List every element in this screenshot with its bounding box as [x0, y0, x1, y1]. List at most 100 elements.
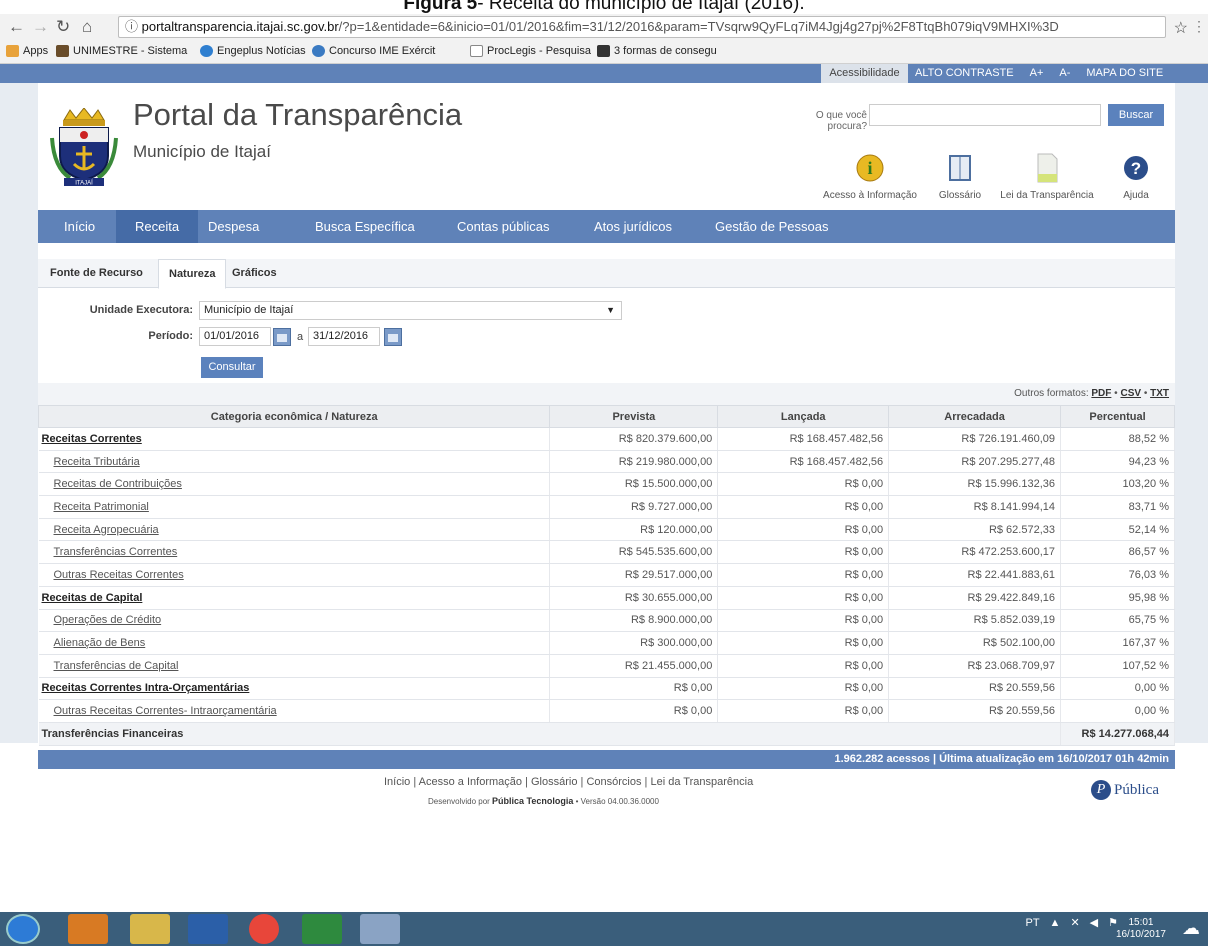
- arrecadada-cell: R$ 15.996.132,36: [888, 472, 1061, 497]
- search-button[interactable]: Buscar: [1108, 104, 1164, 126]
- word-icon[interactable]: [188, 914, 228, 944]
- category-cell[interactable]: Receitas Correntes Intra-Orçamentárias: [38, 677, 551, 701]
- category-cell[interactable]: Receitas Correntes: [38, 427, 551, 451]
- periodo-label: Período:: [148, 330, 193, 342]
- csv-link[interactable]: CSV: [1120, 388, 1141, 399]
- home-icon[interactable]: ⌂: [82, 17, 92, 37]
- footer-link-glossario[interactable]: Glossário: [531, 776, 577, 788]
- pdf-link[interactable]: PDF: [1091, 388, 1111, 399]
- percentual-cell: 76,03 %: [1060, 563, 1175, 587]
- category-cell[interactable]: Transferências de Capital: [38, 654, 551, 678]
- date-separator: a: [297, 331, 304, 343]
- search-label: O que você procura?: [815, 110, 867, 132]
- quick-link-help[interactable]: ? Ajuda: [1116, 152, 1156, 201]
- col-percentual: Percentual: [1060, 405, 1175, 428]
- lancada-cell: R$ 0,00: [717, 472, 890, 497]
- footer-link-lei[interactable]: Lei da Transparência: [650, 776, 753, 788]
- calendar-icon[interactable]: [273, 328, 291, 346]
- quick-link-glossary[interactable]: Glossário: [934, 152, 986, 201]
- table-row: Transferências Correntes R$ 545.535.600,0…: [38, 540, 1175, 565]
- category-cell[interactable]: Receita Patrimonial: [38, 495, 551, 519]
- percentual-cell: 167,37 %: [1060, 631, 1175, 655]
- bookmark-star-icon[interactable]: ☆: [1174, 18, 1188, 38]
- clock[interactable]: 15:01 16/10/2017: [1116, 917, 1166, 941]
- menu-gestao-pessoas[interactable]: Gestão de Pessoas: [715, 210, 828, 243]
- tab-natureza[interactable]: Natureza: [158, 259, 227, 289]
- network-icon[interactable]: ✕: [1070, 916, 1079, 929]
- formas-icon: [597, 45, 610, 57]
- menu-inicio[interactable]: Início: [52, 210, 107, 243]
- txt-link[interactable]: TXT: [1150, 388, 1169, 399]
- arrecadada-cell: R$ 502.100,00: [888, 631, 1061, 655]
- unidade-label: Unidade Executora:: [89, 304, 193, 316]
- lancada-cell: R$ 168.457.482,56: [717, 427, 890, 451]
- table-row: Outras Receitas Correntes R$ 29.517.000,0…: [38, 563, 1175, 587]
- prevista-cell: R$ 8.900.000,00: [549, 609, 719, 633]
- tab-graficos[interactable]: Gráficos: [222, 259, 287, 288]
- tab-bar: Fonte de Recurso Natureza Gráficos: [38, 259, 1175, 289]
- category-cell[interactable]: Receitas de Capital: [38, 586, 551, 610]
- menu-icon[interactable]: ⋮: [1192, 18, 1206, 35]
- site-map-link[interactable]: MAPA DO SITE: [1086, 64, 1163, 83]
- arrecadada-cell: R$ 20.559,56: [888, 677, 1061, 701]
- prevista-cell: R$ 21.455.000,00: [549, 654, 719, 678]
- category-cell[interactable]: Operações de Crédito: [38, 609, 551, 633]
- formats-sep: •: [1114, 388, 1118, 399]
- tab-fonte-recurso[interactable]: Fonte de Recurso: [40, 259, 153, 288]
- bookmark-unimestre[interactable]: UNIMESTRE - Sistema: [56, 45, 187, 57]
- language-indicator[interactable]: PT: [1025, 917, 1039, 929]
- category-cell[interactable]: Alienação de Bens: [38, 631, 551, 655]
- high-contrast-link[interactable]: ALTO CONTRASTE: [915, 64, 1014, 83]
- font-increase-link[interactable]: A+: [1030, 64, 1044, 83]
- quick-link-transparency-law[interactable]: Lei da Transparência: [994, 152, 1100, 201]
- font-decrease-link[interactable]: A-: [1059, 64, 1070, 83]
- unidade-select[interactable]: Município de Itajaí ▼: [199, 301, 622, 320]
- bookmark-proclegis[interactable]: ProcLegis - Pesquisa: [470, 45, 591, 57]
- tray-expand-icon[interactable]: ▲: [1050, 917, 1061, 929]
- chrome-icon[interactable]: [249, 914, 279, 944]
- transfer-label: Transferências Financeiras: [38, 722, 1061, 746]
- menu-busca-especifica[interactable]: Busca Específica: [315, 210, 415, 243]
- quick-link-access-info[interactable]: i Acesso à Informação: [818, 152, 922, 201]
- bookmark-apps[interactable]: Apps: [6, 45, 48, 57]
- date-from-input[interactable]: 01/01/2016: [199, 327, 271, 346]
- reload-icon[interactable]: ↻: [56, 17, 70, 37]
- category-cell[interactable]: Outras Receitas Correntes: [38, 563, 551, 587]
- consultar-button[interactable]: Consultar: [201, 357, 263, 378]
- col-categoria: Categoria econômica / Natureza: [37, 405, 551, 428]
- file-explorer-icon[interactable]: [130, 914, 170, 944]
- table-row: Receita Tributária R$ 219.980.000,00 R$ 16…: [38, 450, 1175, 474]
- footer-link-consorcios[interactable]: Consórcios: [586, 776, 641, 788]
- category-cell[interactable]: Transferências Correntes: [38, 540, 551, 565]
- category-cell[interactable]: Receita Tributária: [38, 450, 551, 474]
- accessibility-bar: Acessibilidade ALTO CONTRASTE A+ A- MAPA…: [0, 64, 1208, 83]
- lancada-cell: R$ 0,00: [717, 495, 890, 519]
- back-icon[interactable]: ←: [8, 17, 25, 37]
- menu-atos-juridicos[interactable]: Atos jurídicos: [594, 210, 672, 243]
- excel-icon[interactable]: [302, 914, 342, 944]
- menu-receita[interactable]: Receita: [116, 210, 199, 243]
- menu-contas-publicas[interactable]: Contas públicas: [457, 210, 550, 243]
- search-input[interactable]: [869, 104, 1101, 126]
- publica-logo[interactable]: P Pública: [1091, 780, 1159, 800]
- calendar-icon[interactable]: [384, 328, 402, 346]
- forward-icon[interactable]: →: [32, 17, 49, 37]
- bookmark-formas[interactable]: 3 formas de consegu: [597, 45, 717, 57]
- footer-link-acesso[interactable]: Acesso a Informação: [419, 776, 522, 788]
- volume-icon[interactable]: ◀: [1090, 916, 1098, 929]
- category-cell[interactable]: Receita Agropecuária: [38, 518, 551, 542]
- calculator-icon[interactable]: [360, 914, 400, 944]
- start-button-icon[interactable]: [6, 914, 40, 944]
- category-cell[interactable]: Receitas de Contribuições: [38, 472, 551, 497]
- bookmark-engeplus[interactable]: Engeplus Notícias: [200, 45, 306, 57]
- menu-despesa[interactable]: Despesa: [208, 210, 259, 243]
- bookmark-concurso[interactable]: Concurso IME Exércit: [312, 45, 435, 57]
- address-bar[interactable]: ⓘ portaltransparencia.itajai.sc.gov.br/?…: [118, 16, 1166, 38]
- table-row: Receita Patrimonial R$ 9.727.000,00 R$ 0,0…: [38, 495, 1175, 519]
- date-to-input[interactable]: 31/12/2016: [308, 327, 380, 346]
- category-cell[interactable]: Outras Receitas Correntes- Intraorçament…: [38, 699, 551, 723]
- footer-link-inicio[interactable]: Início: [384, 776, 410, 788]
- accessibility-link[interactable]: Acessibilidade: [821, 64, 908, 83]
- table-row: Receitas Correntes Intra-Orçamentárias R$…: [38, 677, 1175, 701]
- outlook-icon[interactable]: [68, 914, 108, 944]
